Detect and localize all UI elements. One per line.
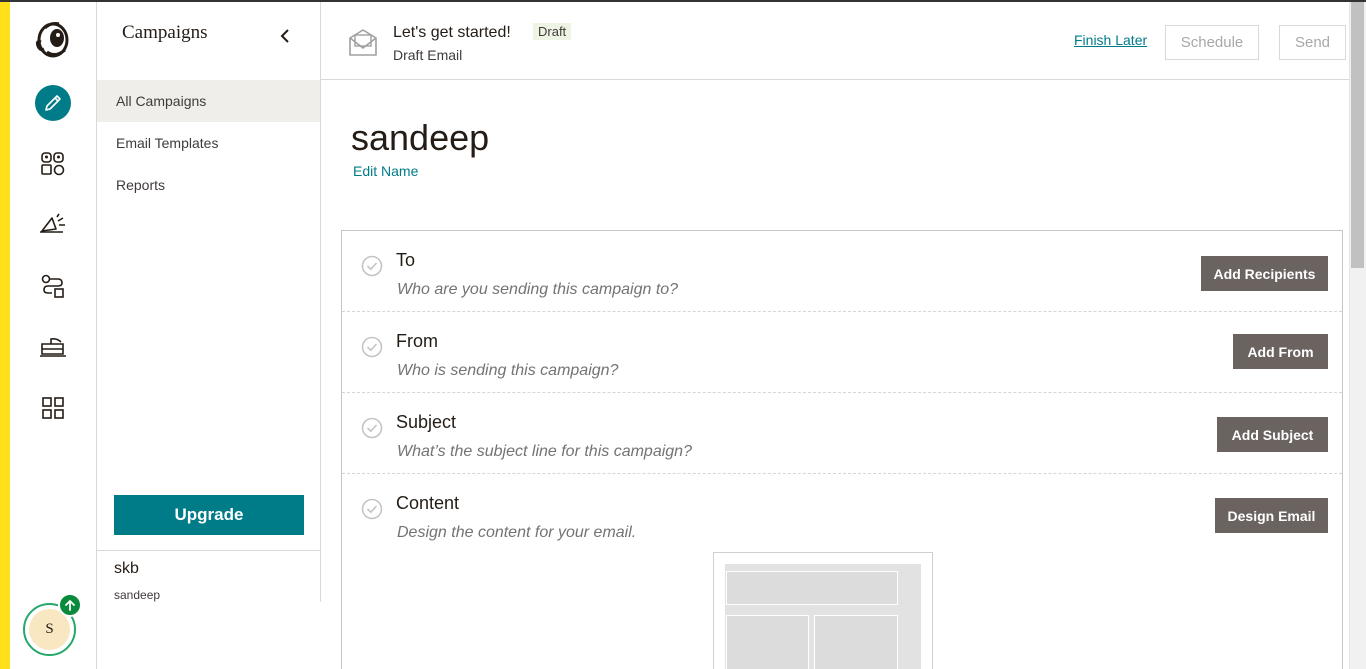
chevron-left-icon (280, 29, 289, 43)
panel-title: Campaigns (122, 22, 208, 43)
campaign-header: Let's get started! Draft Draft Email Fin… (321, 2, 1350, 80)
automation-icon[interactable] (33, 266, 73, 306)
status-badge: Draft (533, 23, 572, 40)
thumbnail-layout (725, 564, 921, 669)
row-title: Content (396, 493, 460, 513)
upgrade-button[interactable]: Upgrade (114, 495, 304, 535)
row-description: What’s the subject line for this campaig… (397, 443, 692, 460)
schedule-button[interactable]: Schedule (1165, 25, 1259, 60)
thumbnail-header-block (726, 571, 898, 605)
check-circle-icon (361, 417, 383, 439)
megaphone-icon[interactable] (33, 205, 73, 245)
add-recipients-button[interactable]: Add Recipients (1201, 256, 1328, 291)
check-circle-icon (361, 498, 383, 520)
email-design-thumbnail[interactable] (713, 552, 933, 669)
nav-item-reports[interactable]: Reports (97, 164, 320, 206)
checklist-row-from: From Who is sending this campaign? Add F… (342, 312, 1342, 393)
row-description: Design the content for your email. (397, 524, 637, 541)
header-title: Let's get started! (393, 24, 511, 41)
campaigns-nav: All Campaigns Email Templates Reports (97, 80, 320, 206)
thumbnail-right-block (814, 615, 898, 669)
send-button[interactable]: Send (1279, 25, 1346, 60)
row-title: Subject (396, 412, 457, 432)
collapse-panel-button[interactable] (278, 28, 292, 44)
scrollbar-thumb[interactable] (1351, 2, 1364, 268)
panel-divider (97, 550, 320, 551)
header-subtitle: Draft Email (393, 47, 463, 63)
audience-icon[interactable] (33, 144, 73, 184)
nav-item-email-templates[interactable]: Email Templates (97, 122, 320, 164)
email-icon (348, 28, 378, 58)
thumbnail-left-block (726, 615, 809, 669)
edit-name-link[interactable]: Edit Name (353, 163, 418, 179)
website-icon[interactable] (33, 327, 73, 367)
design-email-button[interactable]: Design Email (1215, 498, 1328, 533)
finish-later-link[interactable]: Finish Later (1074, 32, 1147, 48)
grid-icon[interactable] (33, 388, 73, 428)
account-username: sandeep (114, 588, 161, 602)
add-subject-button[interactable]: Add Subject (1217, 417, 1328, 452)
mailchimp-logo-icon[interactable] (33, 20, 73, 60)
row-title: To (396, 250, 416, 270)
account-name[interactable]: skb (114, 560, 139, 578)
checklist-row-to: To Who are you sending this campaign to?… (342, 231, 1342, 312)
nav-item-all-campaigns[interactable]: All Campaigns (97, 80, 320, 122)
checklist-row-content: Content Design the content for your emai… (342, 474, 1342, 555)
upgrade-arrow-icon (58, 593, 82, 617)
checklist-row-subject: Subject What’s the subject line for this… (342, 393, 1342, 474)
window-top-border (0, 0, 1366, 2)
campaign-name: sandeep (351, 117, 490, 158)
icon-rail: S (10, 0, 97, 669)
row-description: Who is sending this campaign? (397, 362, 619, 379)
row-title: From (396, 331, 438, 351)
add-from-button[interactable]: Add From (1233, 334, 1328, 369)
brand-accent-bar (0, 0, 10, 669)
campaigns-panel: Campaigns All Campaigns Email Templates … (97, 2, 321, 602)
check-circle-icon (361, 255, 383, 277)
pencil-icon[interactable] (35, 85, 71, 121)
check-circle-icon (361, 336, 383, 358)
row-description: Who are you sending this campaign to? (397, 281, 679, 298)
